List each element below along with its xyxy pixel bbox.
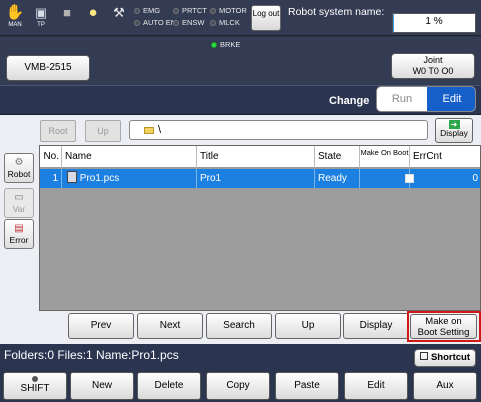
mode-label: MAN	[8, 22, 22, 28]
column-header-name[interactable]: Name	[62, 146, 197, 168]
row-state: Ready	[315, 169, 360, 188]
row-make-on-boot	[360, 169, 410, 188]
prtct-dot	[173, 8, 179, 15]
error-icon: ▤	[14, 223, 24, 234]
root-button[interactable]: Root	[40, 120, 76, 142]
edit-button[interactable]: Edit	[344, 372, 408, 400]
row-name: Pro1.pcs	[62, 169, 197, 188]
aux-button[interactable]: Aux	[413, 372, 477, 400]
path-text: \	[158, 124, 162, 136]
column-header-state[interactable]: State	[315, 146, 360, 168]
auto-en-dot	[134, 20, 140, 27]
emg-indicator: EMG	[134, 6, 160, 16]
ensw-dot	[173, 20, 179, 27]
folder-icon	[144, 126, 154, 134]
make-on-boot-setting-button[interactable]: Make on Boot Setting	[410, 314, 477, 339]
mlck-indicator: MLCK	[210, 18, 240, 28]
motor-dot	[210, 8, 216, 15]
robot-arm-icon: ⚙	[14, 157, 24, 168]
shift-button[interactable]: SHIFT	[3, 372, 67, 400]
progress-bar: 1 %	[392, 13, 476, 33]
joint-label: Joint	[423, 55, 443, 65]
mlck-dot	[210, 20, 216, 27]
next-button[interactable]: Next	[137, 313, 203, 339]
emg-dot	[134, 8, 140, 15]
up-path-button[interactable]: Up	[85, 120, 121, 142]
shift-indicator-dot	[32, 376, 38, 382]
change-label: Change	[329, 95, 370, 107]
path-field[interactable]: \	[129, 120, 428, 140]
prtct-indicator: PRTCT	[173, 6, 207, 16]
lightbulb-icon[interactable]: ●	[82, 4, 104, 34]
run-edit-toggle[interactable]: Run Edit	[376, 86, 476, 112]
hand-icon[interactable]: ✋ MAN	[4, 4, 26, 34]
column-header-errcnt[interactable]: ErrCnt	[410, 146, 481, 168]
progress-text: 1 %	[425, 16, 443, 27]
column-header-title[interactable]: Title	[197, 146, 315, 168]
row-no: 1	[40, 169, 62, 188]
column-header-no[interactable]: No.	[40, 146, 62, 168]
tools-warning-icon[interactable]: ⚒	[108, 4, 130, 34]
shortcut-icon	[419, 352, 428, 361]
table-row[interactable]: 1 Pro1.pcs Pro1 Ready 0	[40, 169, 480, 188]
shortcut-button[interactable]: Shortcut	[414, 349, 476, 367]
motor-indicator: MOTOR	[210, 6, 247, 16]
search-button[interactable]: Search	[206, 313, 272, 339]
brke-indicator: BRKE	[211, 40, 240, 50]
brke-dot	[211, 42, 217, 49]
row-errcnt: 0	[472, 173, 478, 184]
paste-button[interactable]: Paste	[275, 372, 339, 400]
controller-select-button[interactable]: VMB-2515	[6, 55, 90, 81]
joint-button[interactable]: Joint W0 T0 O0	[391, 53, 475, 79]
status-text: Folders:0 Files:1 Name:Pro1.pcs	[4, 348, 179, 362]
stop-icon[interactable]: ■	[56, 4, 78, 34]
prev-button[interactable]: Prev	[68, 313, 134, 339]
auto-en-indicator: AUTO EN	[134, 18, 176, 28]
up-button[interactable]: Up	[275, 313, 341, 339]
row-title: Pro1	[197, 169, 315, 188]
variable-icon: ▭	[14, 192, 24, 203]
teach-pendant-icon[interactable]: ▣ TP	[30, 4, 52, 34]
logout-button[interactable]: Log out	[251, 5, 281, 31]
delete-button[interactable]: Delete	[137, 372, 201, 400]
ensw-indicator: ENSW	[173, 18, 205, 28]
display-button[interactable]: Display	[343, 313, 409, 339]
tp-label: TP	[37, 22, 45, 28]
run-mode-button[interactable]: Run	[377, 87, 427, 111]
new-button[interactable]: New	[70, 372, 134, 400]
display-toggle-button[interactable]: ➜ Display	[435, 118, 473, 143]
robot-system-name-label: Robot system name:	[288, 6, 385, 18]
file-table: No. Name Title State Make On Boot ErrCnt…	[39, 145, 481, 311]
error-button[interactable]: ▤ Error	[4, 219, 34, 249]
edit-mode-button[interactable]: Edit	[427, 87, 475, 111]
table-header: No. Name Title State Make On Boot ErrCnt	[40, 146, 480, 168]
file-icon	[67, 171, 77, 184]
copy-button[interactable]: Copy	[206, 372, 270, 400]
column-header-make-on-boot[interactable]: Make On Boot	[360, 146, 410, 168]
var-button[interactable]: ▭ Var	[4, 188, 34, 218]
robot-button[interactable]: ⚙ Robot	[4, 153, 34, 183]
joint-values: W0 T0 O0	[412, 66, 454, 76]
